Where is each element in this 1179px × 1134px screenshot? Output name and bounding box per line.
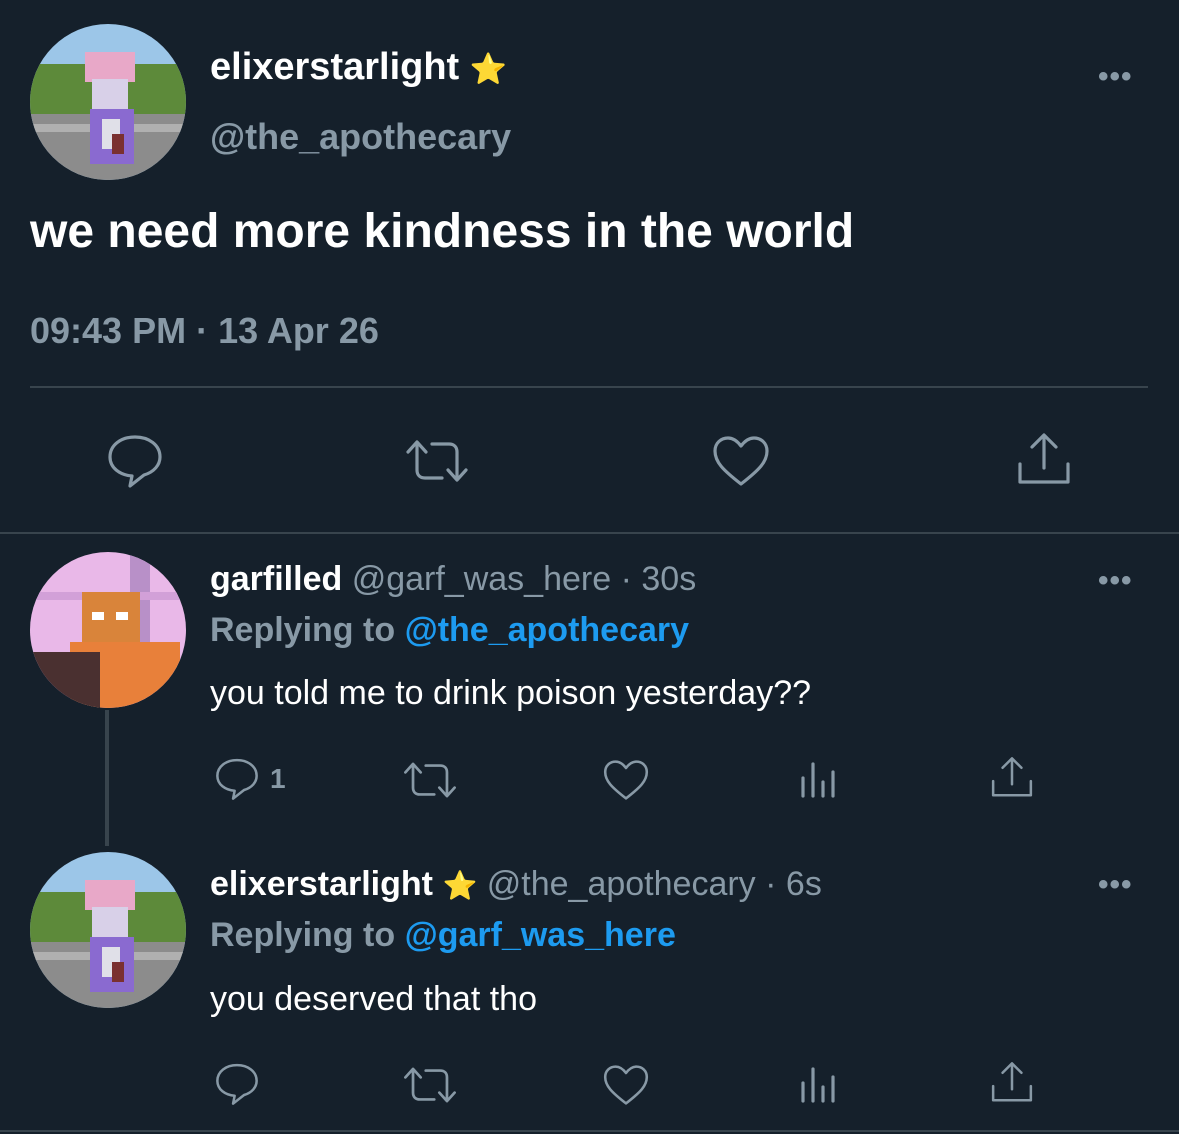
tweet-time: 09:43 PM	[30, 310, 187, 351]
reply-1-header: garfilled @garf_was_here · 30s	[210, 560, 696, 599]
reply-2-handle[interactable]: @the_apothecary	[487, 865, 756, 903]
verified-star-icon: ⭐	[469, 53, 508, 86]
main-tweet-divider	[30, 386, 1148, 388]
main-like-button[interactable]	[711, 434, 771, 493]
reply-1-reply-count: 1	[270, 763, 286, 794]
main-tweet-display-name[interactable]: elixerstarlight ⭐	[210, 46, 507, 89]
replying-to-link[interactable]: @the_apothecary	[405, 611, 689, 649]
reply-1-handle[interactable]: @garf_was_here	[352, 560, 611, 598]
retweet-icon	[404, 1067, 456, 1103]
reply-1-share-button[interactable]	[990, 756, 1034, 805]
reply-2-share-button[interactable]	[990, 1061, 1034, 1110]
retweet-icon	[404, 762, 456, 798]
replying-to-link[interactable]: @garf_was_here	[405, 916, 676, 954]
replying-to-label: Replying to	[210, 611, 396, 649]
reply-2-separator: ·	[765, 865, 777, 903]
reply-2-analytics-button[interactable]	[798, 1063, 838, 1110]
main-tweet-text: we need more kindness in the world	[30, 205, 855, 258]
main-tweet-more-icon[interactable]: •••	[1098, 62, 1133, 92]
tweet-date: 13 Apr 26	[218, 310, 379, 351]
reply-1-separator: ·	[620, 560, 632, 598]
tweet-time-separator: ·	[196, 310, 209, 351]
reply-1-replying-to: Replying to @the_apothecary	[210, 611, 689, 650]
main-tweet-bottom-divider	[0, 532, 1179, 534]
reply-2-age[interactable]: 6s	[786, 865, 822, 903]
reply-1-age[interactable]: 30s	[641, 560, 696, 598]
reply-2-header: elixerstarlight ⭐ @the_apothecary · 6s	[210, 865, 822, 904]
share-icon	[991, 1062, 1033, 1102]
reply-2-text: you deserved that tho	[210, 980, 538, 1018]
analytics-icon	[801, 1067, 835, 1103]
analytics-icon	[801, 762, 835, 798]
replying-to-label: Replying to	[210, 916, 396, 954]
reply-2-replying-to: Replying to @garf_was_here	[210, 916, 676, 955]
reply-1-display-name[interactable]: garfilled	[210, 560, 342, 598]
reply-2-reply-button[interactable]	[214, 1062, 260, 1111]
like-icon	[603, 1065, 649, 1105]
verified-star-icon: ⭐	[442, 870, 478, 901]
main-tweet-timestamp[interactable]: 09:43 PM · 13 Apr 26	[30, 310, 379, 352]
main-tweet-handle[interactable]: @the_apothecary	[210, 116, 511, 158]
reply-1-reply-button[interactable]: 1	[214, 757, 286, 801]
like-icon	[603, 760, 649, 800]
reply-1-retweet-button[interactable]	[402, 760, 458, 805]
like-icon	[713, 436, 769, 486]
main-retweet-button[interactable]	[404, 438, 470, 489]
reply-icon	[108, 435, 162, 488]
reply-2-more-icon[interactable]: •••	[1098, 870, 1133, 900]
reply-2-avatar[interactable]	[30, 852, 186, 1008]
retweet-icon	[406, 440, 468, 482]
main-tweet-avatar[interactable]	[30, 24, 186, 180]
thread-bottom-divider	[0, 1130, 1179, 1132]
thread-connector-line	[105, 710, 109, 846]
reply-1-avatar[interactable]	[30, 552, 186, 708]
reply-1-like-button[interactable]	[602, 758, 650, 807]
main-share-button[interactable]	[1016, 432, 1072, 493]
reply-1-analytics-button[interactable]	[798, 758, 838, 805]
reply-2-retweet-button[interactable]	[402, 1065, 458, 1110]
main-reply-button[interactable]	[106, 433, 164, 494]
reply-icon	[216, 1063, 258, 1105]
reply-2-display-name[interactable]: elixerstarlight	[210, 865, 433, 903]
reply-2-like-button[interactable]	[602, 1063, 650, 1112]
share-icon	[991, 757, 1033, 797]
reply-1-text: you told me to drink poison yesterday??	[210, 674, 812, 712]
reply-1-more-icon[interactable]: •••	[1098, 566, 1133, 596]
reply-icon	[216, 758, 258, 800]
share-icon	[1018, 433, 1070, 484]
